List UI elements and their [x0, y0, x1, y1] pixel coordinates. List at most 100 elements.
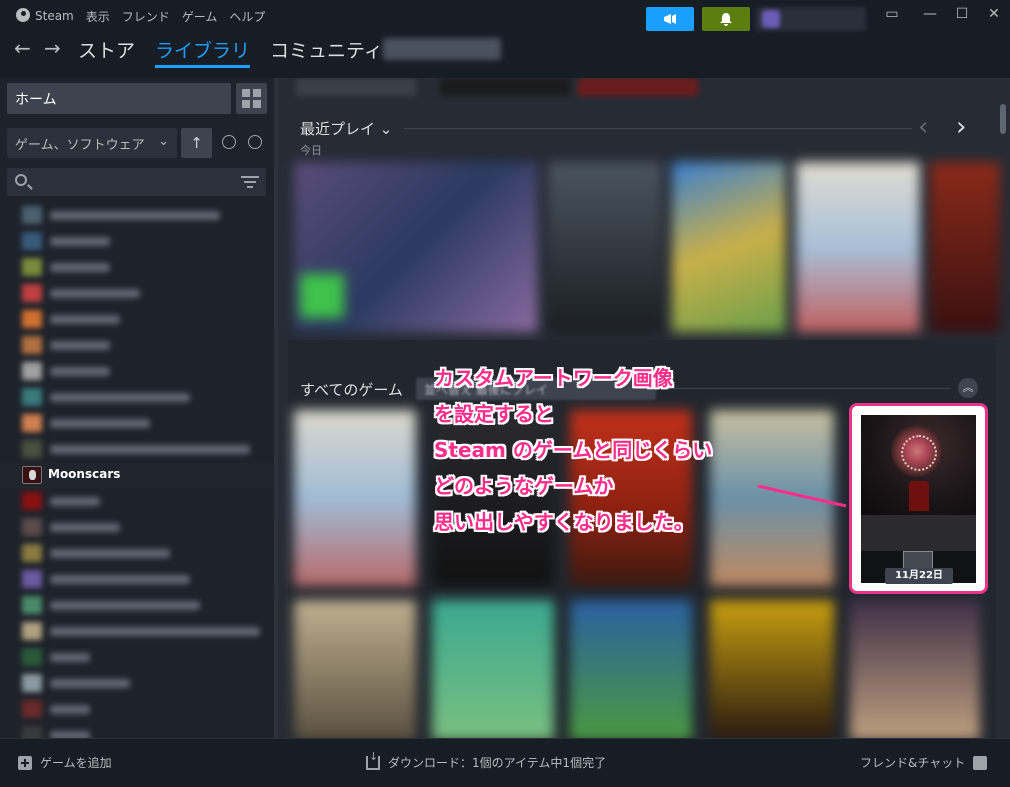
sidebar-game-item[interactable]: [0, 228, 274, 254]
game-tile[interactable]: [710, 600, 834, 738]
recent-game-tile[interactable]: [796, 162, 920, 332]
game-tile[interactable]: [432, 600, 554, 738]
sidebar-game-item[interactable]: [0, 410, 274, 436]
sidebar-game-item[interactable]: [0, 696, 274, 722]
game-icon: [22, 674, 42, 692]
sidebar-game-label-blurred: [50, 497, 100, 506]
nav-links: ストア ライブラリ コミュニティ: [78, 36, 383, 68]
game-icon: [22, 258, 42, 276]
recent-title[interactable]: 最近プレイ ⌄: [300, 118, 392, 139]
callout-line: カスタムアートワーク画像: [434, 366, 673, 390]
nav-store[interactable]: ストア: [78, 36, 135, 68]
sort-button[interactable]: ↑: [181, 128, 212, 158]
artwork-floor: [861, 515, 976, 551]
monitor-icon[interactable]: ▭: [880, 6, 904, 22]
grid-icon: [242, 100, 250, 108]
news-button[interactable]: [646, 7, 694, 31]
forward-arrow-icon[interactable]: →: [44, 36, 61, 60]
menu-item-friends[interactable]: フレンド: [122, 8, 170, 25]
downloads-status[interactable]: ダウンロード：1個のアイテム中1個完了: [366, 750, 606, 771]
game-tile[interactable]: [710, 410, 834, 586]
sidebar-game-item[interactable]: [0, 644, 274, 670]
sidebar-game-item[interactable]: [0, 618, 274, 644]
menu-item-steam[interactable]: Steam: [16, 8, 74, 25]
artwork-thumbnail: [903, 551, 933, 569]
game-icon: [22, 492, 42, 510]
menu-item-help[interactable]: ヘルプ: [229, 8, 265, 25]
search-input[interactable]: [7, 168, 266, 196]
game-icon: [22, 622, 42, 640]
recent-game-tile[interactable]: [548, 162, 662, 332]
sidebar-game-label-blurred: [50, 575, 190, 584]
carousel-prev-arrow[interactable]: ‹: [918, 112, 928, 142]
sidebar-game-item[interactable]: [0, 202, 274, 228]
recent-game-tile[interactable]: [672, 162, 786, 332]
callout-line: Steam のゲームと同じくらい: [434, 438, 713, 462]
sidebar-game-label-blurred: [50, 679, 130, 688]
add-game-button[interactable]: ゲームを追加: [18, 754, 112, 771]
nav-library[interactable]: ライブラリ: [155, 36, 251, 68]
menu-item-view[interactable]: 表示: [86, 8, 110, 25]
throne-figure: [909, 481, 929, 511]
sidebar-game-label-blurred: [50, 263, 110, 272]
home-button[interactable]: ホーム: [7, 83, 231, 114]
all-games-title[interactable]: すべてのゲーム: [300, 379, 403, 400]
main-scrollbar[interactable]: [1000, 104, 1006, 134]
sidebar-game-label-blurred: [50, 367, 110, 376]
sidebar-game-label-blurred: [50, 289, 140, 298]
sidebar-game-item[interactable]: [0, 670, 274, 696]
sidebar-game-item[interactable]: Moonscars: [0, 462, 274, 488]
profile-button[interactable]: [756, 7, 866, 31]
moonscars-custom-artwork[interactable]: [861, 415, 976, 583]
sidebar-game-label-blurred: [50, 705, 90, 714]
sidebar-game-item[interactable]: [0, 306, 274, 332]
nav-username[interactable]: [383, 38, 501, 60]
add-game-label: ゲームを追加: [40, 756, 112, 770]
filter-icon[interactable]: [241, 176, 259, 191]
sidebar-game-item[interactable]: [0, 592, 274, 618]
sidebar-game-label-blurred: [50, 341, 110, 350]
category-filter-dropdown[interactable]: ゲーム、ソフトウェア ⌄: [7, 128, 177, 158]
sidebar-game-item[interactable]: [0, 488, 274, 514]
sidebar-game-item[interactable]: [0, 540, 274, 566]
sidebar-game-item[interactable]: [0, 280, 274, 306]
megaphone-icon: [664, 14, 676, 24]
sidebar-game-item[interactable]: [0, 566, 274, 592]
sidebar-game-item[interactable]: [0, 332, 274, 358]
close-icon[interactable]: ✕: [982, 6, 1006, 22]
carousel-next-arrow[interactable]: ›: [956, 112, 966, 142]
sidebar-game-label-blurred: [50, 445, 250, 454]
sidebar-game-item[interactable]: [0, 436, 274, 462]
notification-button[interactable]: [702, 7, 750, 31]
game-tile[interactable]: [294, 410, 416, 586]
game-icon: [22, 700, 42, 718]
sidebar-game-label-blurred: [50, 211, 220, 220]
recent-game-tile[interactable]: [930, 162, 1000, 332]
recent-game-badge: [300, 274, 344, 318]
sidebar-game-item[interactable]: [0, 722, 274, 738]
sidebar-game-item[interactable]: [0, 514, 274, 540]
game-icon: [22, 336, 42, 354]
clock-icon[interactable]: [222, 135, 236, 149]
nav-community[interactable]: コミュニティ: [270, 36, 383, 68]
sidebar-game-label-blurred: [50, 393, 190, 402]
download-icon: [366, 750, 380, 770]
friends-chat-button[interactable]: フレンド&チャット: [860, 754, 988, 771]
last-played-date-badge: 11月22日: [885, 568, 953, 584]
menu-item-games[interactable]: ゲーム: [182, 8, 218, 25]
sidebar-game-item[interactable]: [0, 254, 274, 280]
back-arrow-icon[interactable]: ←: [14, 36, 31, 60]
sidebar-game-item[interactable]: [0, 358, 274, 384]
game-tile[interactable]: [294, 600, 416, 738]
play-icon[interactable]: [248, 135, 262, 149]
maximize-icon[interactable]: ☐: [950, 6, 974, 22]
minimize-icon[interactable]: —: [918, 6, 942, 22]
grid-view-button[interactable]: [236, 83, 267, 114]
game-tile[interactable]: [850, 600, 980, 738]
game-tile[interactable]: [570, 600, 692, 738]
sidebar-game-label-blurred: [50, 653, 90, 662]
sidebar-game-item[interactable]: [0, 384, 274, 410]
recent-title-label: 最近プレイ: [300, 120, 376, 138]
collapse-button[interactable]: ︽: [958, 378, 978, 398]
callout-line: 思い出しやすくなりました。: [434, 510, 694, 534]
